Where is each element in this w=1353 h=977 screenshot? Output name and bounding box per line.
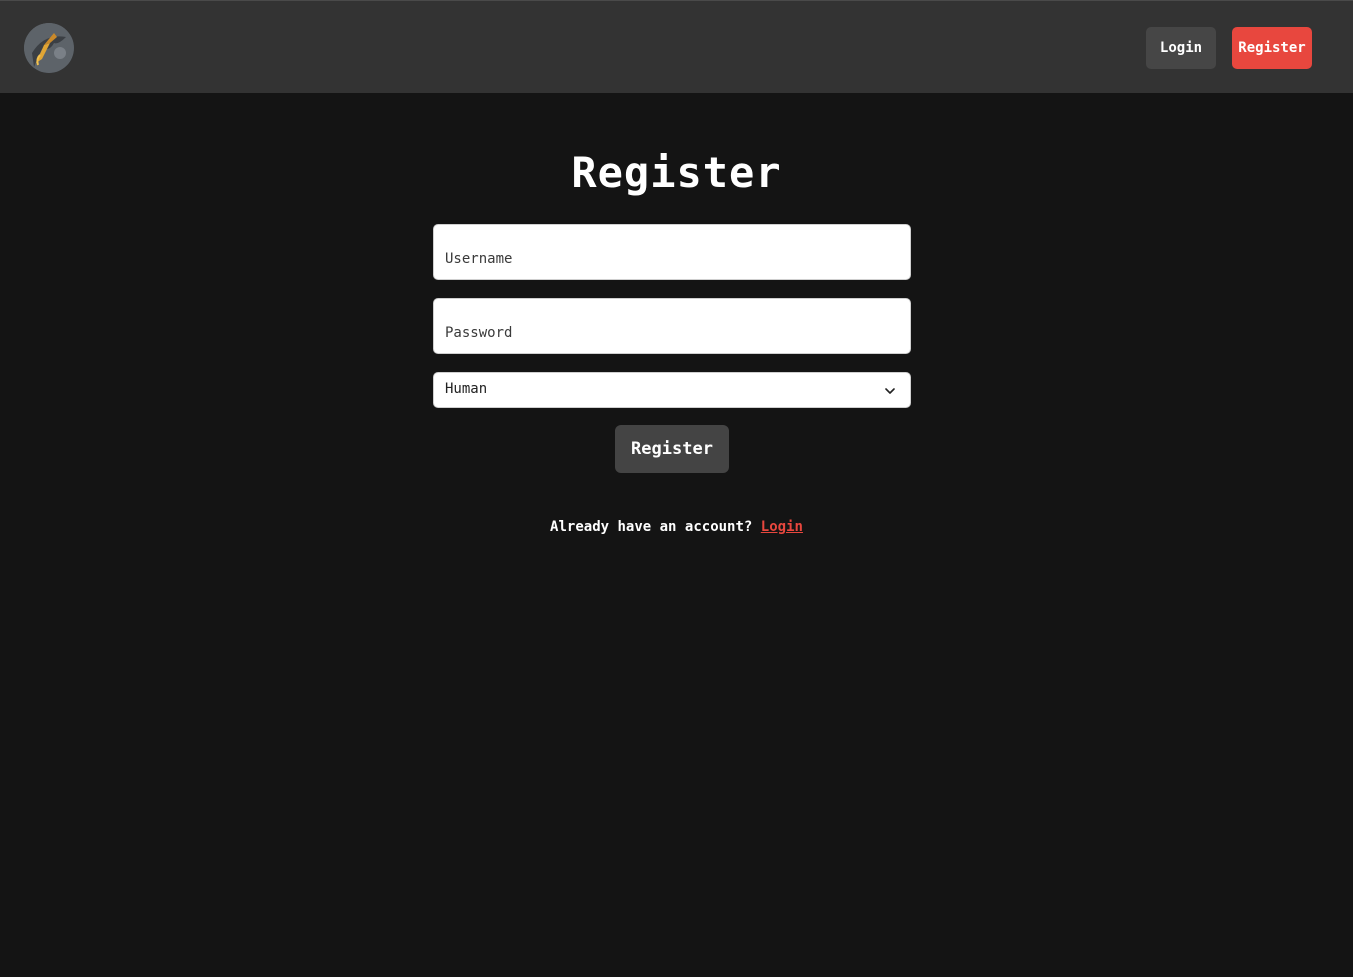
species-select-value: Human bbox=[445, 381, 488, 397]
header-register-button[interactable]: Register bbox=[1232, 27, 1312, 69]
password-input[interactable] bbox=[433, 298, 911, 354]
login-link[interactable]: Login bbox=[761, 519, 803, 535]
login-prompt-text: Already have an account? bbox=[550, 519, 753, 535]
chevron-down-icon bbox=[885, 388, 895, 394]
dragon-logo-icon[interactable] bbox=[24, 23, 74, 73]
username-input[interactable] bbox=[433, 224, 911, 280]
top-nav-bar: Login Register bbox=[0, 0, 1353, 93]
login-prompt: Already have an account? Login bbox=[0, 519, 1353, 535]
page-title: Register bbox=[571, 148, 782, 197]
species-select[interactable]: Human bbox=[433, 372, 911, 408]
register-submit-button[interactable]: Register bbox=[615, 425, 729, 473]
header-login-button[interactable]: Login bbox=[1146, 27, 1216, 69]
